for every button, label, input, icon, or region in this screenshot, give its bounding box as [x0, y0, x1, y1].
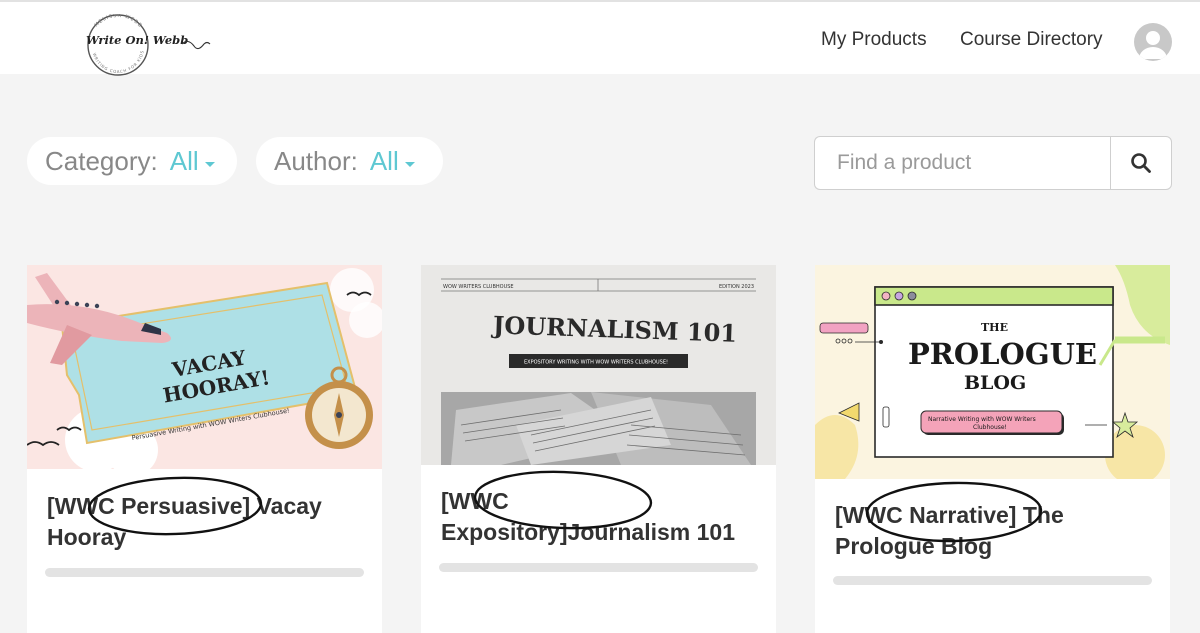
product-title[interactable]: [WWC Persuasive] Vacay Hooray — [47, 491, 367, 553]
chevron-down-icon — [204, 161, 215, 167]
nav-my-products[interactable]: My Products — [821, 29, 927, 51]
user-avatar[interactable] — [1134, 23, 1172, 61]
product-title[interactable]: [WWC Narrative] The Prologue Blog — [835, 500, 1155, 562]
thumbnail-subtitle: Narrative Writing with WOW Writers — [928, 416, 1036, 423]
product-thumbnail[interactable]: THE PROLOGUE BLOG Narrative Writing with… — [815, 265, 1170, 479]
progress-bar — [439, 563, 758, 572]
thumbnail-headline: BLOG — [964, 372, 1026, 394]
author-filter[interactable]: Author: All — [256, 137, 443, 185]
thumbnail-headline: THE — [981, 321, 1008, 334]
author-filter-value[interactable]: All — [370, 146, 399, 177]
top-navbar: MELISSA WEBB WRITING COACH FOR KIDS Writ… — [0, 0, 1200, 76]
logo-text: Write On! Webb — [86, 33, 188, 47]
thumbnail-subtitle: Clubhouse! — [973, 424, 1007, 431]
product-search-input[interactable] — [814, 136, 1111, 190]
chevron-down-icon — [404, 161, 415, 167]
product-card[interactable]: VACAY HOORAY! Persuasive Writing with WO… — [27, 265, 382, 633]
category-filter[interactable]: Category: All — [27, 137, 237, 185]
category-filter-value[interactable]: All — [170, 146, 199, 177]
thumbnail-headline: PROLOGUE — [908, 337, 1097, 371]
write-on-webb-logo[interactable]: MELISSA WEBB WRITING COACH FOR KIDS Writ… — [80, 14, 220, 76]
category-filter-label: Category: — [45, 145, 158, 176]
product-card[interactable]: THE PROLOGUE BLOG Narrative Writing with… — [815, 265, 1170, 633]
thumbnail-subtitle: EXPOSITORY WRITING WITH WOW WRITERS CLUB… — [524, 360, 668, 366]
product-title[interactable]: [WWC Expository]Journalism 101 — [441, 486, 761, 548]
progress-bar — [833, 576, 1152, 585]
product-thumbnail[interactable]: VACAY HOORAY! Persuasive Writing with WO… — [27, 265, 382, 469]
nav-course-directory[interactable]: Course Directory — [960, 29, 1103, 51]
author-filter-label: Author: — [274, 145, 358, 176]
search-icon — [1131, 153, 1151, 173]
product-card[interactable]: WOW WRITERS CLUBHOUSE EDITION 2023 JOURN… — [421, 265, 776, 633]
product-thumbnail[interactable]: WOW WRITERS CLUBHOUSE EDITION 2023 JOURN… — [421, 265, 776, 465]
user-silhouette-icon — [1139, 31, 1167, 59]
progress-bar — [45, 568, 364, 577]
masthead-left: WOW WRITERS CLUBHOUSE — [443, 284, 514, 290]
masthead-right: EDITION 2023 — [719, 284, 754, 290]
search-button[interactable] — [1110, 136, 1172, 190]
